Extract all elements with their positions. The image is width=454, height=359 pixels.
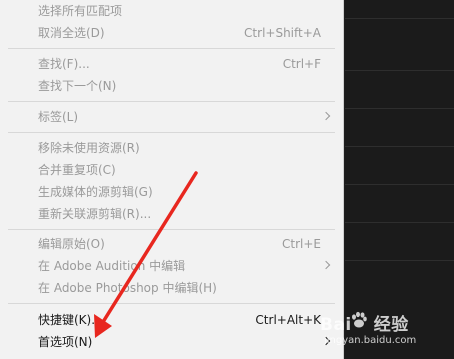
panel-divider (345, 108, 454, 109)
watermark-site: jingyan.baidu.com (324, 335, 417, 346)
menu-item-edit-in-photoshop[interactable]: 在 Adobe Photoshop 中编辑(H) (0, 277, 343, 299)
menu-item-shortcut: Ctrl+E (282, 237, 321, 251)
menu-item-label: 编辑原始(O) (38, 237, 105, 251)
menu-item-preferences[interactable]: 首选项(N) (0, 331, 343, 353)
menu-item-label: 选择所有匹配项 (38, 4, 123, 18)
panel-divider (345, 260, 454, 261)
app-background-panel (345, 0, 454, 359)
menu-separator (8, 229, 335, 230)
menu-item-keyboard-shortcuts[interactable]: 快捷键(K)... Ctrl+Alt+K (0, 309, 343, 331)
menu-item-label: 在 Adobe Photoshop 中编辑(H) (38, 281, 217, 295)
menu-item-label: 合并重复项(C) (38, 163, 116, 177)
menu-item-label: 生成媒体的源剪辑(G) (38, 185, 153, 199)
menu-separator (8, 48, 335, 49)
menu-item-shortcut: Ctrl+F (282, 57, 321, 71)
menu-item-label-submenu[interactable]: 标签(L) (0, 106, 343, 128)
watermark: Bai 经验 jingyan.baidu.com (320, 308, 450, 358)
watermark-brand-left: Bai (320, 315, 352, 335)
menu-item-label: 快捷键(K)... (38, 313, 103, 327)
chevron-right-icon (321, 260, 331, 270)
menu-separator (8, 303, 335, 304)
panel-divider (345, 146, 454, 147)
menu-item-label: 查找(F)... (38, 57, 90, 71)
menu-item-edit-in-audition[interactable]: 在 Adobe Audition 中编辑 (0, 255, 343, 277)
panel-divider (345, 70, 454, 71)
panel-divider (345, 184, 454, 185)
menu-item-label: 首选项(N) (38, 335, 93, 349)
menu-item-label: 在 Adobe Audition 中编辑 (38, 259, 186, 273)
menu-item-generate-source-clip[interactable]: 生成媒体的源剪辑(G) (0, 181, 343, 203)
menu-item-select-all-matching[interactable]: 选择所有匹配项 (0, 0, 343, 22)
menu-item-label: 取消全选(D) (38, 26, 105, 40)
menu-item-find-next[interactable]: 查找下一个(N) (0, 75, 343, 97)
panel-divider (345, 222, 454, 223)
menu-item-label: 标签(L) (38, 110, 79, 124)
menu-item-edit-original[interactable]: 编辑原始(O) Ctrl+E (0, 233, 343, 255)
paw-logo-icon (352, 311, 367, 328)
panel-divider (345, 18, 454, 19)
menu-item-label: 查找下一个(N) (38, 79, 117, 93)
menu-item-relink-source-clip[interactable]: 重新关联源剪辑(R)... (0, 203, 343, 225)
menu-item-shortcut: Ctrl+Alt+K (255, 313, 321, 327)
menu-item-find[interactable]: 查找(F)... Ctrl+F (0, 53, 343, 75)
menu-item-deselect-all[interactable]: 取消全选(D) Ctrl+Shift+A (0, 22, 343, 44)
menu-item-shortcut: Ctrl+Shift+A (244, 26, 321, 40)
menu-item-merge-duplicates[interactable]: 合并重复项(C) (0, 159, 343, 181)
menu-item-label: 重新关联源剪辑(R)... (38, 207, 152, 221)
chevron-right-icon (321, 111, 331, 121)
menu-separator (8, 132, 335, 133)
menu-item-remove-unused[interactable]: 移除未使用资源(R) (0, 137, 343, 159)
menu-separator (8, 101, 335, 102)
watermark-brand-right: 经验 (373, 315, 409, 335)
menu-item-label: 移除未使用资源(R) (38, 141, 140, 155)
context-menu: 选择所有匹配项 取消全选(D) Ctrl+Shift+A 查找(F)... Ct… (0, 0, 344, 359)
